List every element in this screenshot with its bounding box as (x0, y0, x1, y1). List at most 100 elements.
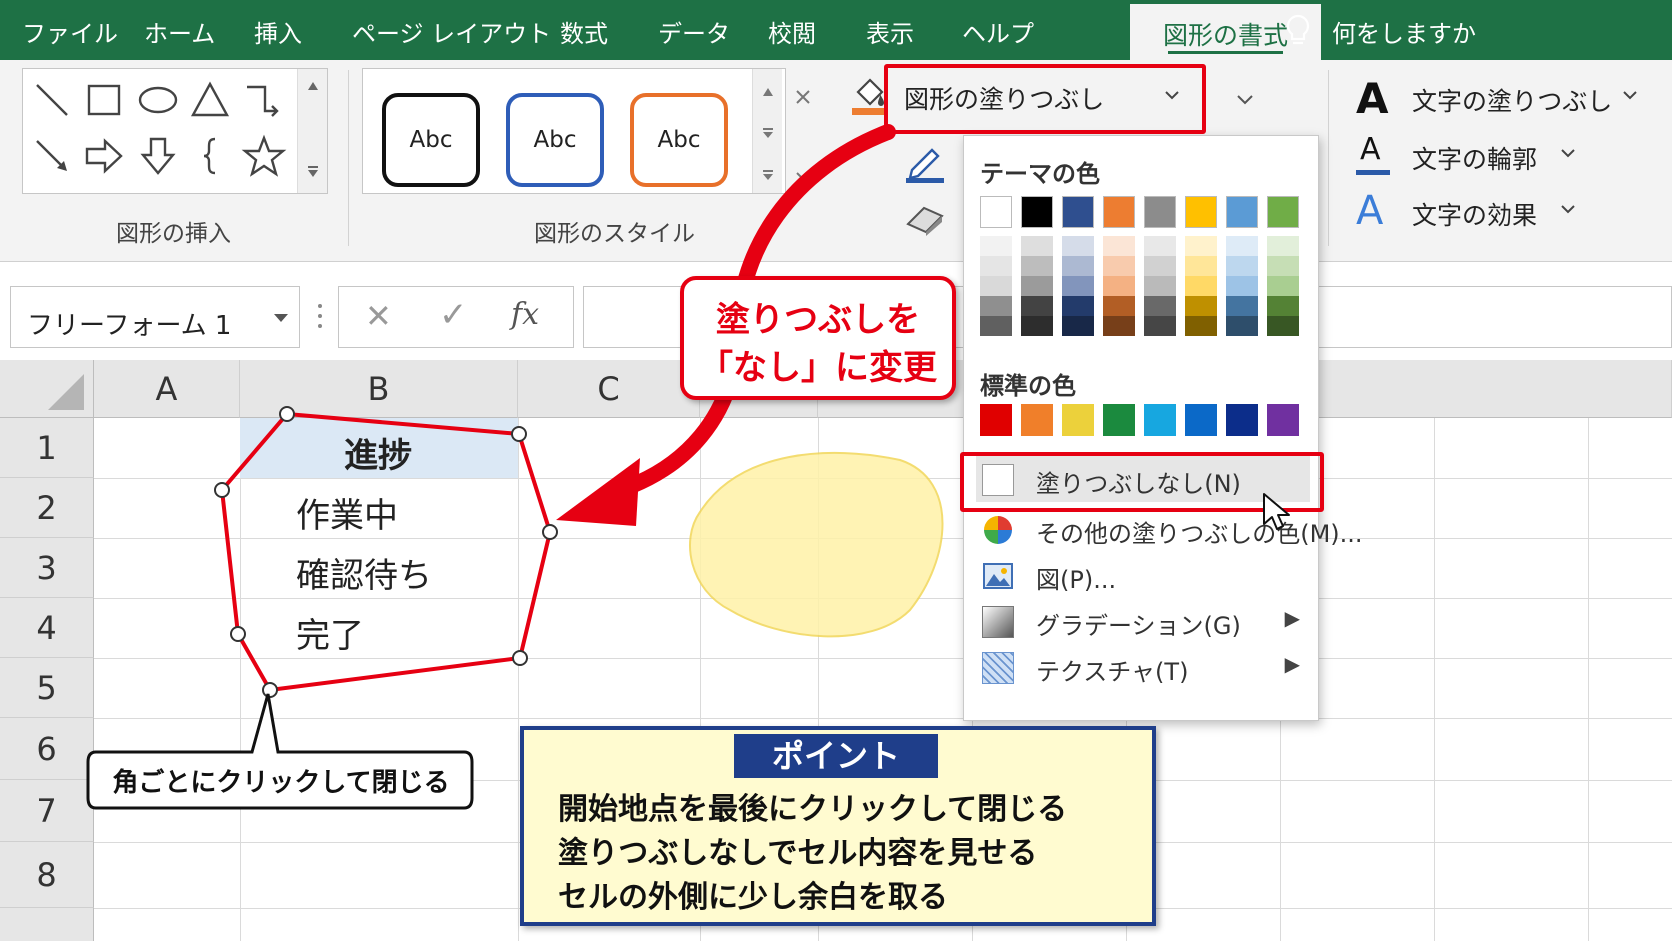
tab-page-layout[interactable]: ページ レイアウト (352, 14, 551, 49)
theme-shade-swatch[interactable] (1267, 236, 1299, 256)
row-header-8[interactable]: 8 (0, 842, 94, 908)
theme-shade-swatch[interactable] (1267, 316, 1299, 336)
standard-color-swatch[interactable] (1021, 404, 1053, 436)
oval-icon[interactable] (135, 77, 181, 123)
tell-me-search[interactable]: 何をしますか (1332, 14, 1476, 49)
column-header-c[interactable]: C (518, 360, 700, 418)
theme-shade-swatch[interactable] (1226, 236, 1258, 256)
theme-shade-swatch[interactable] (1185, 276, 1217, 296)
shape-gallery-scroll[interactable] (297, 69, 327, 193)
theme-shade-swatch[interactable] (1062, 316, 1094, 336)
theme-shade-swatch[interactable] (1144, 316, 1176, 336)
style-black-outline[interactable]: Abc (382, 93, 480, 187)
theme-shade-swatch[interactable] (1144, 256, 1176, 276)
arrow-line-icon[interactable] (29, 133, 75, 179)
select-all-triangle-icon[interactable] (46, 372, 86, 412)
scroll-up-icon[interactable] (307, 81, 319, 91)
theme-shade-swatch[interactable] (980, 316, 1012, 336)
shape-outline-icon[interactable] (904, 142, 946, 184)
theme-shade-swatch[interactable] (1103, 276, 1135, 296)
theme-shade-swatch[interactable] (1267, 256, 1299, 276)
theme-shade-swatch[interactable] (1021, 296, 1053, 316)
standard-color-swatch[interactable] (1267, 404, 1299, 436)
left-brace-icon[interactable] (187, 133, 233, 179)
theme-shade-swatch[interactable] (1185, 296, 1217, 316)
theme-color-swatch[interactable] (980, 196, 1012, 228)
theme-shade-swatch[interactable] (1103, 236, 1135, 256)
theme-shade-swatch[interactable] (1103, 296, 1135, 316)
theme-shade-swatch[interactable] (1062, 236, 1094, 256)
style-orange-outline[interactable]: Abc (630, 93, 728, 187)
theme-color-swatch[interactable] (1103, 196, 1135, 228)
standard-color-swatch[interactable] (1226, 404, 1258, 436)
theme-shade-swatch[interactable] (1062, 296, 1094, 316)
theme-shade-swatch[interactable] (1021, 316, 1053, 336)
tab-insert[interactable]: 挿入 (254, 14, 302, 49)
scroll-down-icon[interactable] (762, 127, 774, 139)
theme-shade-swatch[interactable] (1267, 296, 1299, 316)
line-icon[interactable] (29, 77, 75, 123)
text-effects-button[interactable]: A 文字の効果 (1352, 188, 1672, 238)
theme-shade-swatch[interactable] (1226, 276, 1258, 296)
theme-shade-swatch[interactable] (1185, 236, 1217, 256)
style-blue-outline[interactable]: Abc (506, 93, 604, 187)
tab-file[interactable]: ファイル (22, 14, 118, 49)
theme-shade-swatch[interactable] (1144, 296, 1176, 316)
right-arrow-icon[interactable] (81, 133, 127, 179)
column-header-a[interactable]: A (94, 360, 240, 418)
theme-shade-swatch[interactable] (980, 296, 1012, 316)
styles-gallery-scroll[interactable] (752, 69, 782, 193)
standard-color-swatch[interactable] (1144, 404, 1176, 436)
more-icon[interactable] (307, 165, 319, 179)
theme-shade-swatch[interactable] (1226, 316, 1258, 336)
theme-color-swatch[interactable] (1185, 196, 1217, 228)
row-header-3[interactable]: 3 (0, 538, 94, 598)
row-header-2[interactable]: 2 (0, 478, 94, 538)
picture-fill-item[interactable]: 図(P)... (976, 552, 1310, 598)
theme-shade-swatch[interactable] (1267, 276, 1299, 296)
theme-shade-swatch[interactable] (1062, 256, 1094, 276)
theme-color-swatch[interactable] (1062, 196, 1094, 228)
theme-shade-swatch[interactable] (1226, 296, 1258, 316)
theme-color-swatch[interactable] (1021, 196, 1053, 228)
triangle-icon[interactable] (187, 77, 233, 123)
tab-review[interactable]: 校閲 (768, 14, 816, 49)
chevron-down-icon[interactable] (273, 313, 289, 323)
theme-shade-swatch[interactable] (1226, 256, 1258, 276)
theme-shade-swatch[interactable] (1021, 276, 1053, 296)
row-header-4[interactable]: 4 (0, 598, 94, 658)
tab-data[interactable]: データ (658, 14, 730, 49)
rectangle-icon[interactable] (81, 77, 127, 123)
tab-home[interactable]: ホーム (144, 14, 215, 49)
text-fill-button[interactable]: A 文字の塗りつぶし (1352, 74, 1672, 124)
select-all-corner[interactable] (0, 360, 94, 418)
cancel-button[interactable]: ✕ (365, 297, 392, 335)
theme-shade-swatch[interactable] (1062, 276, 1094, 296)
star-icon[interactable] (241, 133, 287, 179)
row-header-9[interactable] (0, 908, 94, 941)
standard-color-swatch[interactable] (1103, 404, 1135, 436)
theme-shade-swatch[interactable] (980, 236, 1012, 256)
theme-shade-swatch[interactable] (1103, 256, 1135, 276)
tab-view[interactable]: 表示 (866, 14, 914, 49)
name-box[interactable]: フリーフォーム 1 (10, 286, 300, 348)
theme-shade-swatch[interactable] (1021, 256, 1053, 276)
standard-color-swatch[interactable] (1185, 404, 1217, 436)
theme-shade-swatch[interactable] (1103, 316, 1135, 336)
down-arrow-icon[interactable] (135, 133, 181, 179)
close-icon[interactable] (794, 88, 812, 106)
more-icon[interactable] (762, 169, 774, 181)
theme-shade-swatch[interactable] (1185, 256, 1217, 276)
theme-shade-swatch[interactable] (980, 256, 1012, 276)
scroll-up-icon[interactable] (762, 87, 774, 97)
standard-color-swatch[interactable] (980, 404, 1012, 436)
enter-button[interactable]: ✓ (439, 295, 468, 335)
theme-shade-swatch[interactable] (1144, 236, 1176, 256)
theme-color-swatch[interactable] (1226, 196, 1258, 228)
tab-formulas[interactable]: 数式 (560, 14, 608, 49)
column-header-b[interactable]: B (240, 360, 518, 418)
shape-effects-icon[interactable] (904, 202, 946, 236)
elbow-connector-icon[interactable] (241, 77, 287, 123)
tab-help[interactable]: ヘルプ (962, 14, 1034, 49)
insert-function-button[interactable]: fx (511, 297, 539, 332)
